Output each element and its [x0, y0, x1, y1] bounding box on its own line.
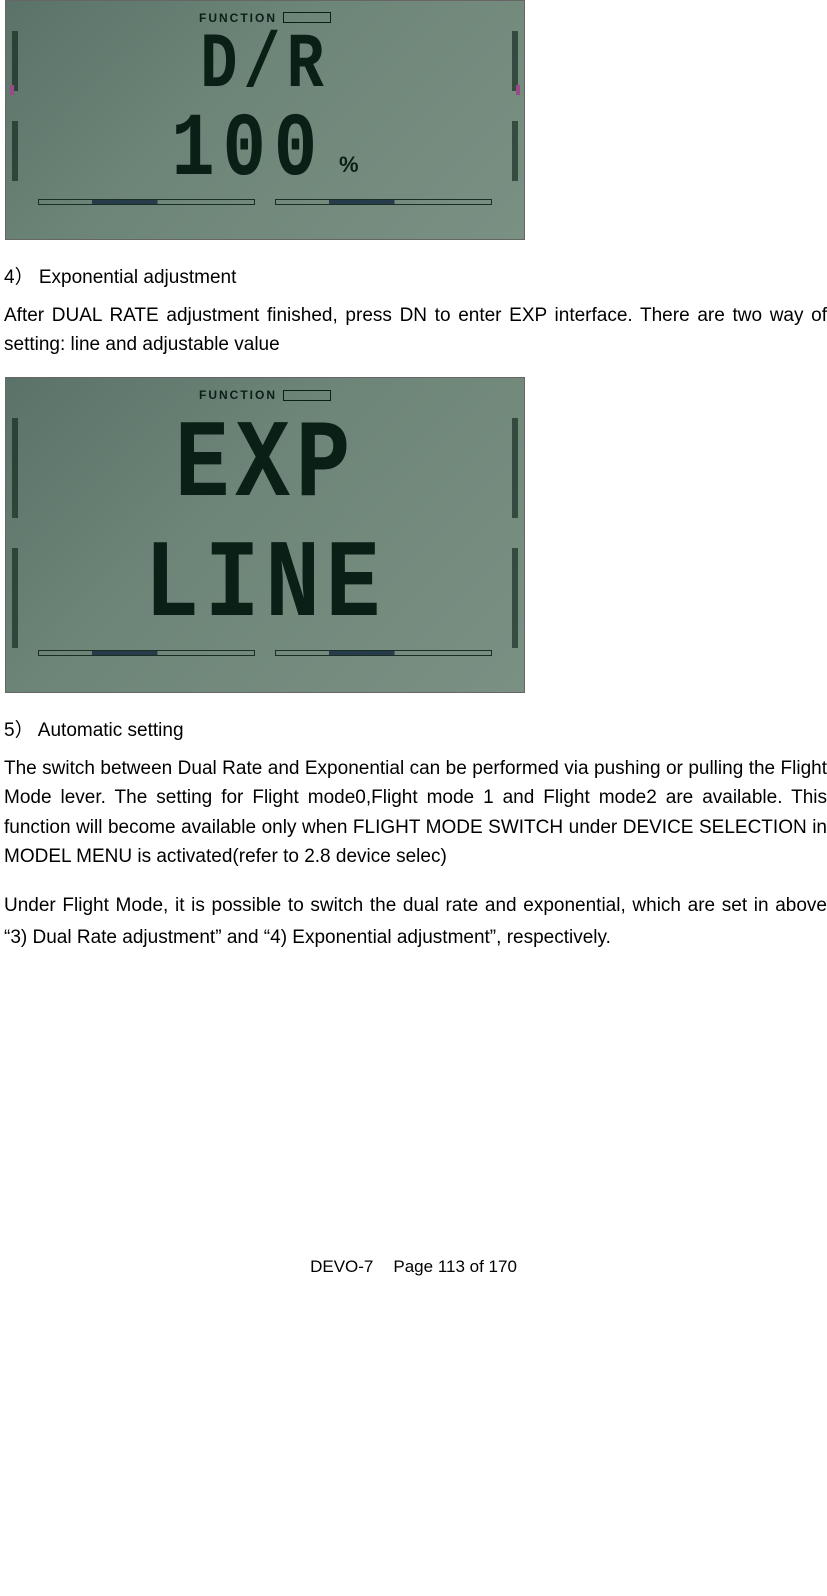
para-exponential-intro: After DUAL RATE adjustment finished, pre…: [4, 301, 827, 360]
heading-automatic-setting: 5） Automatic setting: [4, 717, 827, 746]
para-automatic-setting-2: Under Flight Mode, it is possible to swi…: [4, 890, 827, 955]
lcd-percent-symbol: %: [339, 148, 359, 195]
lcd-line2: 100: [171, 83, 325, 218]
para-automatic-setting-1: The switch between Dual Rate and Exponen…: [4, 754, 827, 872]
lcd-screen-exp-line: FUNCTION EXP LINE: [5, 377, 525, 693]
lcd-screen-dual-rate: FUNCTION D/R 100 %: [5, 0, 525, 240]
page-footer: DEVO-7 Page 113 of 170: [0, 1254, 827, 1280]
footer-model: DEVO-7: [310, 1257, 373, 1276]
lcd-line2: LINE: [144, 504, 386, 670]
footer-page: Page 113 of 170: [393, 1257, 517, 1276]
heading-exponential-adjustment: 4） Exponential adjustment: [4, 264, 827, 293]
